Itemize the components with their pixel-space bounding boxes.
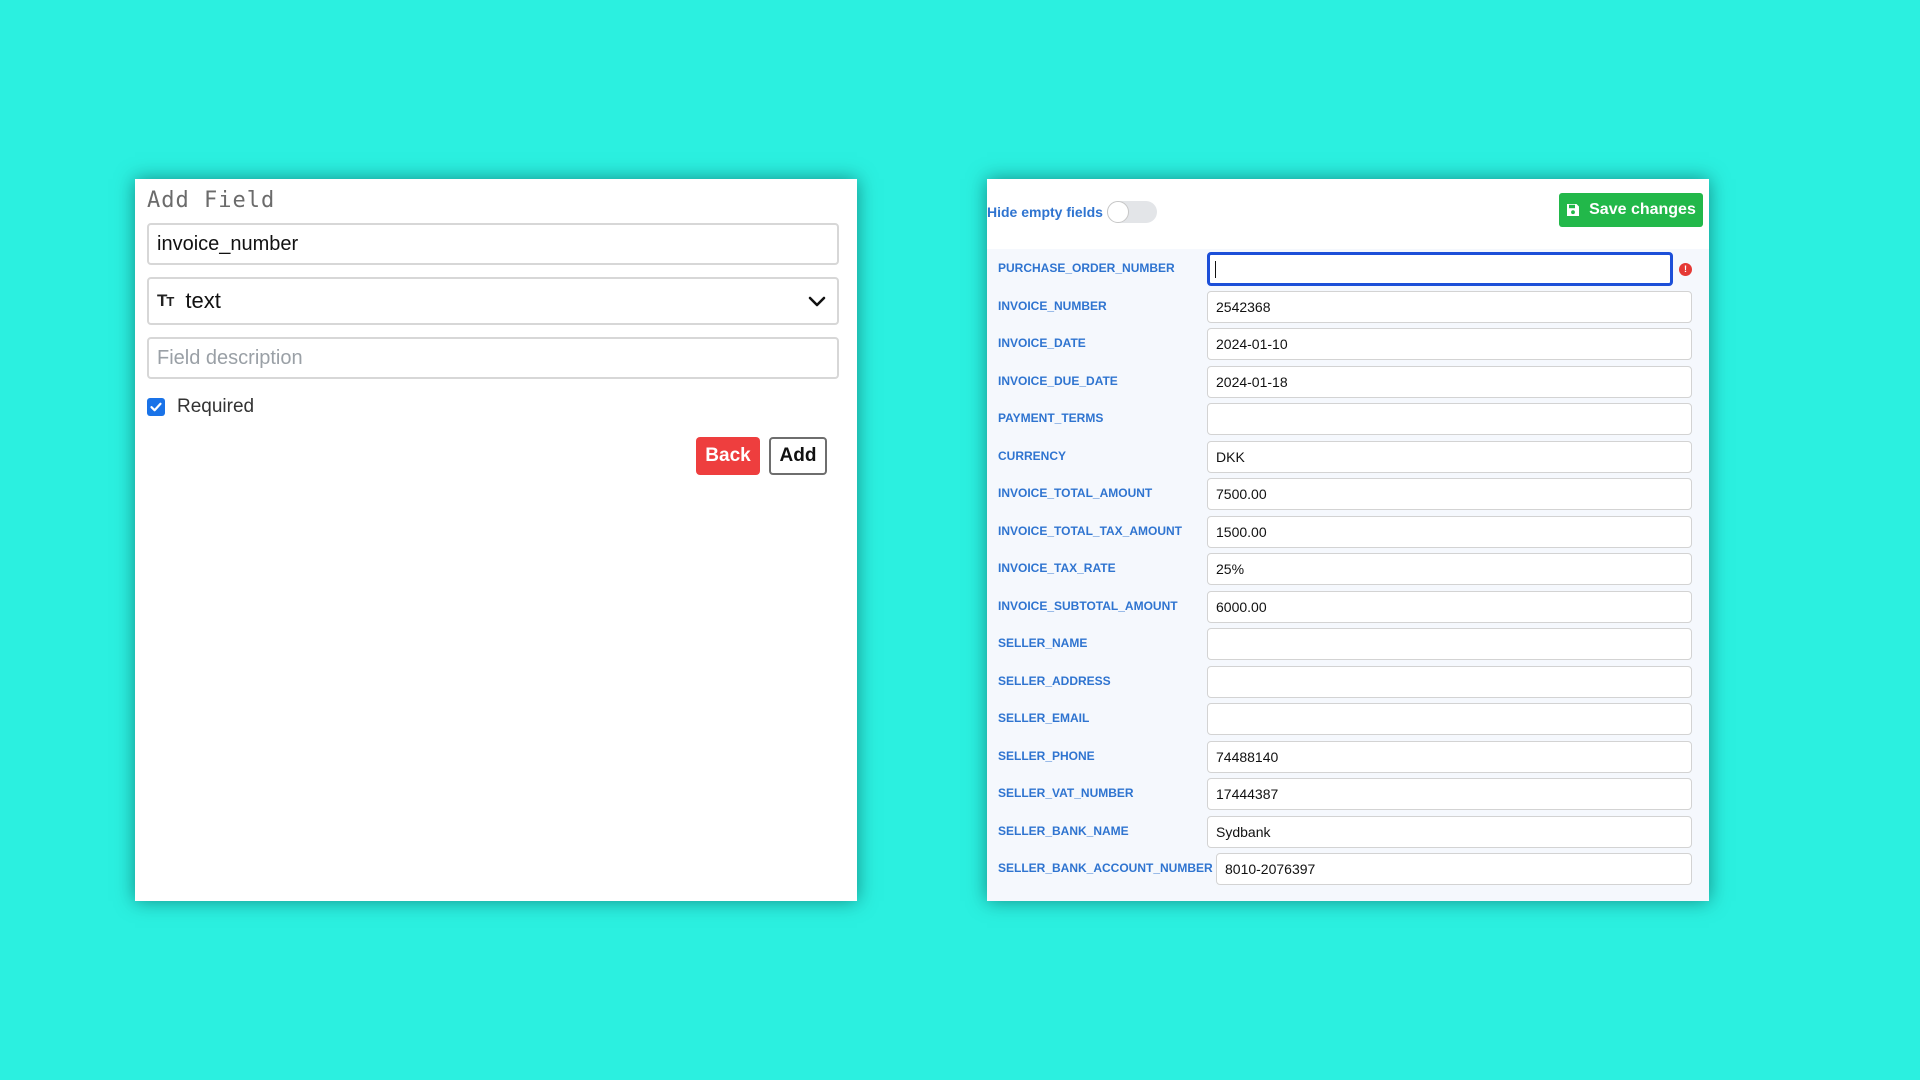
field-label: SELLER_BANK_NAME [998, 823, 1129, 838]
field-input[interactable]: 1500.00 [1207, 515, 1692, 548]
field-name-value: invoice_number [157, 232, 299, 255]
save-changes-button[interactable]: Save changes [1559, 193, 1703, 227]
field-label: INVOICE_TAX_RATE [998, 561, 1116, 575]
field-input[interactable]: 25% [1207, 553, 1692, 585]
add-field-title: Add Field [147, 188, 276, 213]
field-label: SELLER_NAME [998, 636, 1088, 650]
field-input[interactable]: 2024-01-18 [1207, 365, 1692, 398]
required-label: Required [177, 396, 255, 417]
field-row-seller-address: SELLER_ADDRESS [987, 665, 1709, 698]
add-field-actions: Back Add [147, 437, 845, 475]
field-row-invoice-tax-rate: INVOICE_TAX_RATE 25% [987, 553, 1709, 585]
error-icon: ! [1679, 263, 1692, 276]
field-input[interactable]: 2542368 [1207, 290, 1692, 323]
field-value: 6000.00 [1216, 598, 1267, 615]
field-input[interactable]: 17444387 [1207, 778, 1692, 810]
field-row-currency: CURRENCY DKK [987, 440, 1709, 473]
field-value: 74488140 [1216, 748, 1279, 765]
field-value: Sydbank [1216, 823, 1271, 840]
field-row-seller-bank-account-number: SELLER_BANK_ACCOUNT_NUMBER 8010-2076397 [987, 853, 1709, 885]
field-value: 2024-01-10 [1216, 336, 1288, 352]
field-row-invoice-subtotal-amount: INVOICE_SUBTOTAL_AMOUNT 6000.00 [987, 590, 1709, 623]
field-label: INVOICE_TOTAL_AMOUNT [998, 486, 1153, 500]
field-value: 1500.00 [1216, 523, 1267, 540]
text-caret [1215, 260, 1216, 278]
field-row-seller-bank-name: SELLER_BANK_NAME Sydbank [987, 815, 1709, 848]
field-row-seller-phone: SELLER_PHONE 74488140 [987, 740, 1709, 773]
invoice-fields-panel: Hide empty fields Save changes PURCHASE_… [987, 179, 1709, 901]
field-input[interactable]: 2024-01-10 [1207, 328, 1692, 360]
field-label: SELLER_ADDRESS [998, 673, 1111, 688]
field-label: SELLER_EMAIL [998, 711, 1090, 725]
field-label: SELLER_BANK_ACCOUNT_NUMBER [998, 861, 1213, 875]
field-value: 2024-01-18 [1216, 373, 1288, 390]
field-label: INVOICE_NUMBER [998, 298, 1107, 313]
field-input[interactable]: Sydbank [1207, 815, 1692, 848]
field-input[interactable]: 7500.00 [1207, 478, 1692, 510]
field-input[interactable] [1207, 665, 1692, 698]
field-label: PAYMENT_TERMS [998, 411, 1104, 425]
field-row-invoice-due-date: INVOICE_DUE_DATE 2024-01-18 [987, 365, 1709, 398]
field-row-invoice-date: INVOICE_DATE 2024-01-10 [987, 328, 1709, 360]
field-value: 17444387 [1216, 786, 1279, 802]
hide-empty-toggle[interactable] [1106, 201, 1157, 223]
chevron-down-icon [807, 290, 829, 312]
field-row-payment-terms: PAYMENT_TERMS [987, 403, 1709, 435]
field-type-value: text [185, 288, 221, 313]
hide-empty-label: Hide empty fields [987, 204, 1103, 220]
field-input[interactable]: 74488140 [1207, 740, 1692, 773]
field-label: INVOICE_DUE_DATE [998, 373, 1118, 388]
add-button[interactable]: Add [769, 437, 827, 475]
save-changes-label: Save changes [1589, 201, 1696, 218]
field-input[interactable]: 6000.00 [1207, 590, 1692, 623]
required-row: Required [147, 393, 845, 421]
fields-header: Hide empty fields Save changes [987, 179, 1709, 245]
required-checkbox[interactable] [147, 398, 165, 416]
field-input-focused[interactable] [1207, 252, 1673, 286]
field-label: INVOICE_SUBTOTAL_AMOUNT [998, 598, 1178, 613]
text-type-icon: TT [157, 291, 174, 310]
field-input[interactable]: 8010-2076397 [1216, 853, 1692, 885]
hide-empty-control: Hide empty fields [987, 201, 1157, 223]
field-input[interactable] [1207, 628, 1692, 660]
field-row-invoice-number: INVOICE_NUMBER 2542368 [987, 290, 1709, 323]
field-row-seller-email: SELLER_EMAIL [987, 703, 1709, 735]
field-description-placeholder: Field description [157, 346, 303, 369]
field-description-input[interactable]: Field description [147, 337, 839, 379]
field-label: SELLER_PHONE [998, 748, 1095, 763]
add-field-panel: Add Field invoice_number TT text Field d… [135, 179, 857, 901]
save-icon [1566, 203, 1580, 217]
field-label: INVOICE_DATE [998, 336, 1086, 350]
field-type-select[interactable]: TT text [147, 277, 839, 325]
field-row-seller-vat-number: SELLER_VAT_NUMBER 17444387 [987, 778, 1709, 810]
field-label: INVOICE_TOTAL_TAX_AMOUNT [998, 523, 1183, 538]
field-row-invoice-total-tax-amount: INVOICE_TOTAL_TAX_AMOUNT 1500.00 [987, 515, 1709, 548]
fields-list: PURCHASE_ORDER_NUMBER ! INVOICE_NUMBER 2… [987, 249, 1709, 901]
field-label: CURRENCY [998, 448, 1067, 463]
field-value: DKK [1216, 448, 1245, 465]
back-button[interactable]: Back [696, 437, 760, 475]
field-value: 7500.00 [1216, 486, 1267, 502]
field-name-input[interactable]: invoice_number [147, 223, 839, 265]
field-row-purchase-order-number: PURCHASE_ORDER_NUMBER ! [987, 252, 1709, 286]
field-label: SELLER_VAT_NUMBER [998, 786, 1134, 800]
field-input[interactable] [1207, 703, 1692, 735]
field-value: 8010-2076397 [1225, 861, 1316, 877]
toggle-knob [1106, 201, 1129, 223]
field-value: 2542368 [1216, 298, 1271, 315]
field-row-seller-name: SELLER_NAME [987, 628, 1709, 660]
field-row-invoice-total-amount: INVOICE_TOTAL_AMOUNT 7500.00 [987, 478, 1709, 510]
field-value: 25% [1216, 561, 1245, 577]
field-input[interactable]: DKK [1207, 440, 1692, 473]
field-input[interactable] [1207, 403, 1692, 435]
field-label: PURCHASE_ORDER_NUMBER [998, 261, 1175, 275]
